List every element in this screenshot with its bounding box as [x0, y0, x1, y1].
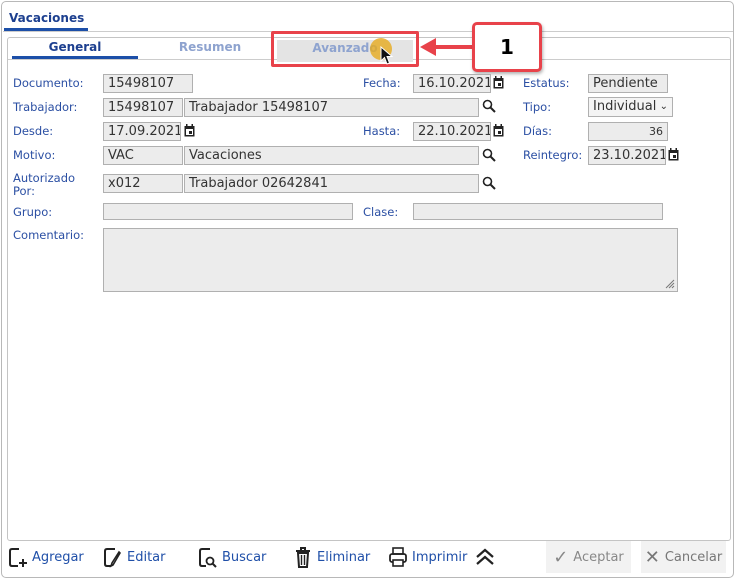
calendar-icon[interactable] [184, 124, 195, 137]
arrow-icon [420, 38, 473, 56]
autorizado-label-2: Por: [13, 184, 35, 198]
hasta-field[interactable]: 22.10.2021 [413, 122, 491, 141]
clase-field[interactable] [413, 203, 663, 220]
reintegro-field[interactable]: 23.10.2021 [588, 146, 666, 165]
grupo-field[interactable] [103, 203, 353, 220]
cancelar-label: Cancelar [664, 549, 723, 565]
imprimir-label: Imprimir [412, 549, 468, 565]
desde-field[interactable]: 17.09.2021 [103, 122, 181, 141]
grupo-label: Grupo: [13, 205, 53, 219]
aceptar-button[interactable]: ✓ Aceptar [546, 541, 631, 573]
calendar-icon[interactable] [493, 76, 504, 89]
estatus-field: Pendiente [588, 74, 668, 93]
resize-handle-icon[interactable] [665, 279, 675, 289]
calendar-icon[interactable] [668, 148, 679, 161]
search-icon[interactable] [482, 176, 496, 190]
editar-button[interactable]: Editar [103, 546, 166, 568]
trabajador-code-field[interactable]: 15498107 [103, 98, 183, 117]
search-doc-icon [199, 548, 217, 568]
autorizado-name-field: Trabajador 02642841 [184, 174, 479, 193]
cancelar-button[interactable]: ✕ Cancelar [641, 541, 726, 573]
trash-icon [296, 547, 310, 568]
check-icon: ✓ [553, 546, 569, 568]
search-icon[interactable] [482, 99, 496, 113]
fecha-field[interactable]: 16.10.2021 [413, 74, 491, 93]
tipo-label: Tipo: [523, 100, 552, 114]
documento-field[interactable]: 15498107 [103, 74, 193, 93]
aceptar-label: Aceptar [573, 549, 624, 565]
edit-icon [104, 548, 122, 568]
printer-icon [389, 547, 407, 567]
calendar-icon[interactable] [493, 124, 504, 137]
documento-label: Documento: [13, 76, 84, 90]
motivo-code-field[interactable]: VAC [103, 146, 183, 165]
agregar-button[interactable]: Agregar [8, 546, 84, 568]
close-icon: ✕ [644, 546, 660, 568]
motivo-label: Motivo: [13, 148, 56, 162]
motivo-name-field: Vacaciones [184, 146, 479, 165]
clase-label: Clase: [363, 205, 399, 219]
tab-general[interactable]: General [12, 40, 138, 54]
dias-field: 36 [588, 122, 668, 141]
comentario-textarea[interactable] [103, 228, 678, 292]
search-icon[interactable] [482, 148, 496, 162]
comentario-label: Comentario: [13, 228, 85, 242]
chevron-down-icon: ⌄ [659, 101, 668, 112]
hasta-label: Hasta: [363, 124, 401, 138]
editar-label: Editar [127, 549, 166, 565]
dias-label: Días: [523, 124, 552, 138]
trabajador-name-field: Trabajador 15498107 [184, 98, 479, 117]
double-chevron-up-icon[interactable] [474, 548, 496, 566]
fecha-label: Fecha: [363, 76, 401, 90]
tab-resumen[interactable]: Resumen [147, 40, 273, 54]
reintegro-label: Reintegro: [523, 148, 583, 162]
eliminar-label: Eliminar [317, 549, 371, 565]
eliminar-button[interactable]: Eliminar [293, 546, 370, 568]
cursor-icon [380, 46, 394, 65]
window-tab-vacaciones[interactable]: Vacaciones [9, 11, 84, 25]
estatus-label: Estatus: [523, 76, 570, 90]
trabajador-label: Trabajador: [13, 100, 78, 114]
add-icon [9, 548, 27, 567]
autorizado-label: Autorizado [13, 171, 76, 185]
buscar-label: Buscar [222, 549, 267, 565]
agregar-label: Agregar [32, 549, 84, 565]
imprimir-button[interactable]: Imprimir [388, 546, 467, 568]
tab-general-underline [12, 56, 138, 59]
desde-label: Desde: [13, 124, 54, 138]
autorizado-code-field[interactable]: x012 [103, 174, 183, 193]
highlight-box [271, 31, 419, 67]
tipo-select[interactable]: Individual ⌄ [588, 97, 673, 117]
callout-badge: 1 [472, 22, 542, 72]
buscar-button[interactable]: Buscar [198, 546, 266, 568]
tipo-value: Individual [593, 99, 657, 114]
